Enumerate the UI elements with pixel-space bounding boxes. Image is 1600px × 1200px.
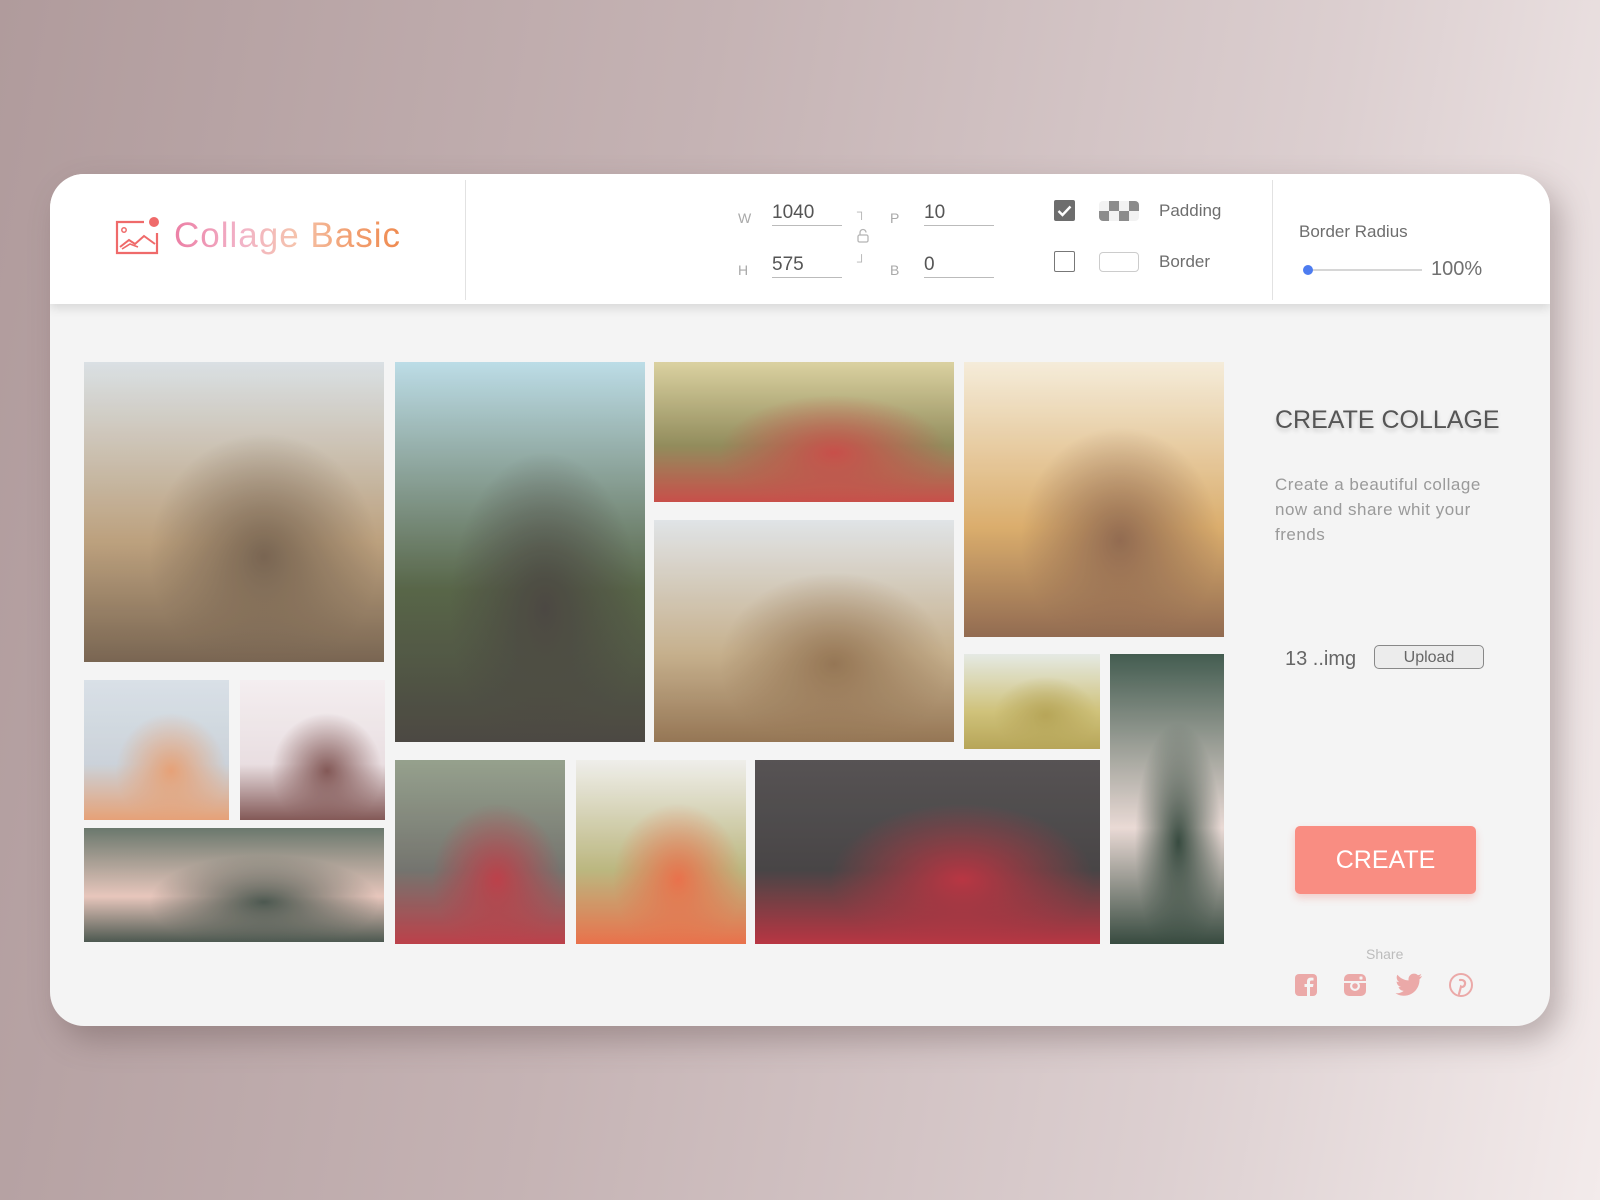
border-option-label: Border xyxy=(1159,251,1211,271)
border-swatch[interactable] xyxy=(1099,251,1139,272)
twitter-icon[interactable] xyxy=(1394,972,1424,998)
border-field[interactable]: B 0 xyxy=(890,254,994,278)
border-checkbox[interactable] xyxy=(1054,251,1075,272)
facebook-icon[interactable] xyxy=(1293,972,1319,998)
padding-input[interactable]: 10 xyxy=(924,202,994,226)
padding-field[interactable]: P 10 xyxy=(890,202,994,226)
collage-photo-flowers-in-vase[interactable] xyxy=(84,680,229,820)
padding-swatch[interactable] xyxy=(1099,200,1139,221)
padding-option-label: Padding xyxy=(1159,200,1222,220)
width-input[interactable]: 1040 xyxy=(772,202,842,226)
collage-photo-knot-on-branch[interactable] xyxy=(395,760,565,944)
width-label: W xyxy=(738,210,752,226)
height-input[interactable]: 575 xyxy=(772,254,842,278)
collage-photo-bird-with-berries[interactable] xyxy=(654,362,954,502)
border-radius-value: 100% xyxy=(1431,258,1483,280)
collage-photo-poppy-field[interactable] xyxy=(576,760,746,944)
image-count: 13 ..img xyxy=(1285,648,1357,670)
collage-photo-woman-in-sunlight[interactable] xyxy=(964,362,1224,637)
collage-photo-wheat-field-path[interactable] xyxy=(654,520,954,742)
app-logo: Collage Basic xyxy=(114,216,401,256)
instagram-icon[interactable] xyxy=(1342,972,1368,998)
share-label: Share xyxy=(1366,946,1404,962)
width-field[interactable]: W 1040 xyxy=(738,202,842,226)
border-radius-slider[interactable] xyxy=(1303,265,1422,275)
collage-photo-hand-with-leaf[interactable] xyxy=(1110,654,1224,944)
padding-checkbox[interactable] xyxy=(1054,200,1075,221)
create-button[interactable]: CREATE xyxy=(1295,826,1476,894)
collage-photo-woman-by-river[interactable] xyxy=(395,362,645,742)
app-title: Collage Basic xyxy=(174,216,401,255)
checkmark-icon xyxy=(1057,205,1072,217)
collage-photo-woman-in-dry-grass[interactable] xyxy=(84,362,384,662)
collage-photo-red-dahlias[interactable] xyxy=(755,760,1100,944)
collage-photo-woman-sitting[interactable] xyxy=(240,680,385,820)
link-bracket-top: ┐ xyxy=(857,204,867,219)
image-icon xyxy=(115,217,159,255)
toolbar-divider xyxy=(465,180,466,300)
collage-photo-hands-with-berries[interactable] xyxy=(84,828,384,942)
padding-label: P xyxy=(890,210,900,226)
padding-option[interactable]: Padding xyxy=(1054,200,1221,221)
border-option[interactable]: Border xyxy=(1054,251,1210,272)
upload-button[interactable]: Upload xyxy=(1374,645,1484,669)
pinterest-icon[interactable] xyxy=(1448,972,1474,998)
sidebar-title: CREATE COLLAGE xyxy=(1275,406,1500,434)
collage-photo-tree-on-hill[interactable] xyxy=(964,654,1100,749)
toolbar-divider xyxy=(1272,180,1273,300)
toolbar: Collage Basic W 1040 H 575 ┐ ┘ P 10 B 0 xyxy=(50,174,1550,304)
border-input[interactable]: 0 xyxy=(924,254,994,278)
height-field[interactable]: H 575 xyxy=(738,254,842,278)
collage-app-window: Collage Basic W 1040 H 575 ┐ ┘ P 10 B 0 xyxy=(50,174,1550,1026)
height-label: H xyxy=(738,262,749,278)
sidebar-description: Create a beautiful collage now and share… xyxy=(1275,475,1481,544)
slider-handle[interactable] xyxy=(1303,265,1313,275)
border-label: B xyxy=(890,262,900,278)
border-radius-label: Border Radius xyxy=(1299,222,1408,241)
link-bracket-bottom: ┘ xyxy=(857,254,867,269)
unlock-icon[interactable] xyxy=(856,228,870,244)
